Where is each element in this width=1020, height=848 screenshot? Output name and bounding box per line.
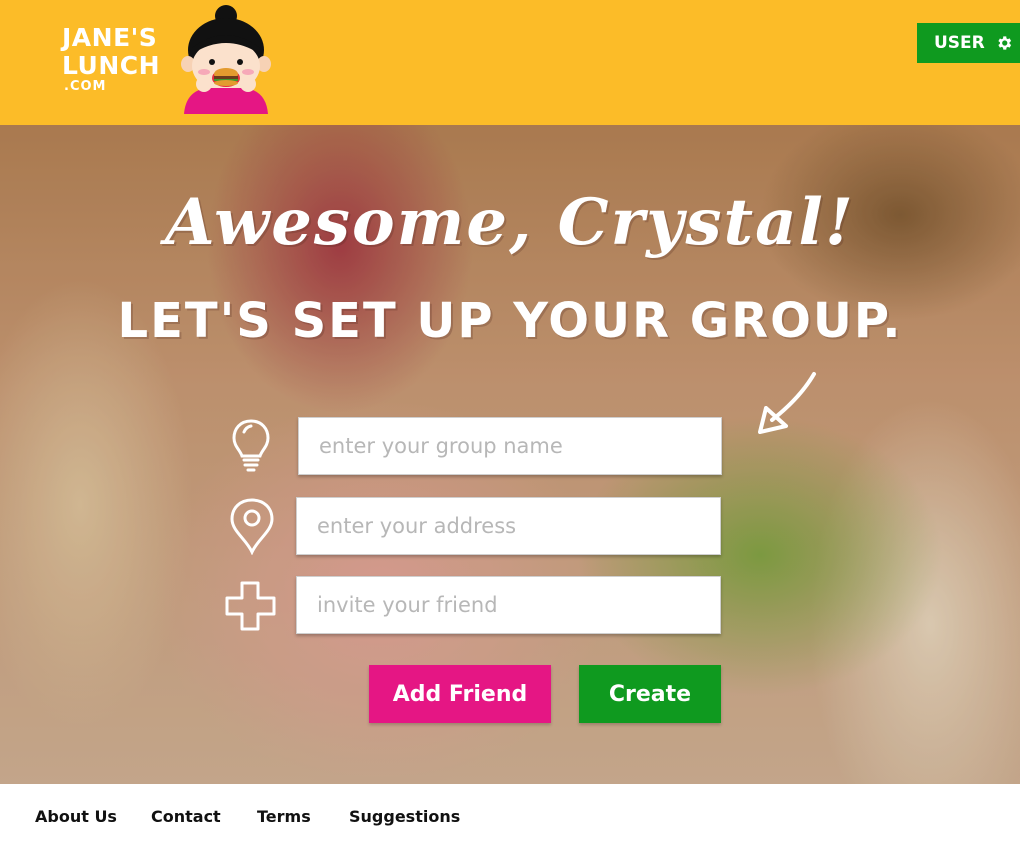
site-header: JANE'S LUNCH .COM USER bbox=[0, 0, 1020, 125]
user-button-label: USER bbox=[934, 33, 985, 53]
logo-line-3: .COM bbox=[64, 79, 107, 94]
setup-headline: LET'S SET UP YOUR GROUP. bbox=[117, 293, 903, 349]
map-pin-icon bbox=[230, 498, 274, 555]
footer-link-about-us[interactable]: About Us bbox=[35, 807, 117, 826]
gear-icon bbox=[998, 36, 1011, 50]
group-name-input[interactable] bbox=[298, 417, 722, 475]
add-friend-button[interactable]: Add Friend bbox=[369, 665, 551, 723]
address-input[interactable] bbox=[296, 497, 721, 555]
footer-link-contact[interactable]: Contact bbox=[151, 807, 221, 826]
create-button[interactable]: Create bbox=[579, 665, 721, 723]
logo-text: JANE'S LUNCH .COM bbox=[62, 24, 160, 94]
mascot-girl-eating-burger-icon bbox=[181, 5, 271, 114]
footer-link-terms[interactable]: Terms bbox=[257, 807, 311, 826]
greeting-headline: Awesome, Crystal! bbox=[165, 185, 855, 260]
plus-icon bbox=[225, 581, 276, 631]
user-menu-button[interactable]: USER bbox=[917, 23, 1020, 63]
footer-link-suggestions[interactable]: Suggestions bbox=[349, 807, 460, 826]
arrow-down-left-icon bbox=[758, 372, 816, 434]
hero-section: Awesome, Crystal! LET'S SET UP YOUR GROU… bbox=[0, 125, 1020, 784]
invite-friend-input[interactable] bbox=[296, 576, 721, 634]
site-footer: About Us Contact Terms Suggestions bbox=[0, 784, 1020, 848]
logo-line-1: JANE'S bbox=[62, 23, 158, 52]
logo-line-2: LUNCH bbox=[62, 51, 161, 80]
lightbulb-icon bbox=[232, 419, 270, 472]
site-logo[interactable]: JANE'S LUNCH .COM bbox=[58, 5, 288, 125]
